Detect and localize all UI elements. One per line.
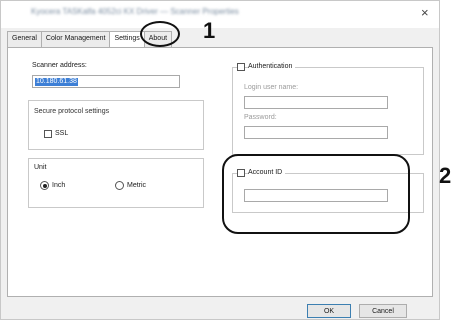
scanner-address-value: 10.180.61.38 [35,78,78,86]
unit-metric-label: Metric [127,182,147,189]
password-label: Password: [244,114,277,121]
title-bar: Kyocera TASKalfa 4052ci KX Driver — Scan… [1,1,439,28]
scanner-address-input[interactable]: 10.180.61.38 [32,75,180,88]
ssl-label: SSL [55,130,69,137]
ok-button[interactable]: OK [307,304,351,318]
unit-metric-radio[interactable] [115,181,124,190]
cancel-button[interactable]: Cancel [359,304,407,318]
radio-selected-dot [42,183,47,188]
login-user-name-label: Login user name: [244,84,299,91]
unit-inch-label: Inch [52,182,66,189]
login-user-name-input[interactable] [244,96,388,109]
ssl-checkbox[interactable] [44,130,52,138]
callout-ring-settings-tab [140,21,180,47]
callout-number-1: 1 [203,18,216,43]
callout-number-2: 2 [439,163,452,188]
window-title: Kyocera TASKalfa 4052ci KX Driver — Scan… [31,7,239,16]
scanner-address-label: Scanner address: [32,62,87,69]
unit-label: Unit [34,164,47,171]
authentication-group [232,67,424,155]
secure-protocol-label: Secure protocol settings [34,108,110,115]
close-icon[interactable]: × [421,5,429,20]
authentication-label: Authentication [248,63,296,70]
tab-color-management[interactable]: Color Management [40,31,111,48]
authentication-checkbox[interactable] [237,63,245,71]
password-input[interactable] [244,126,388,139]
tab-general[interactable]: General [7,31,42,48]
unit-inch-radio[interactable] [40,181,49,190]
callout-box-account-id [222,154,410,234]
